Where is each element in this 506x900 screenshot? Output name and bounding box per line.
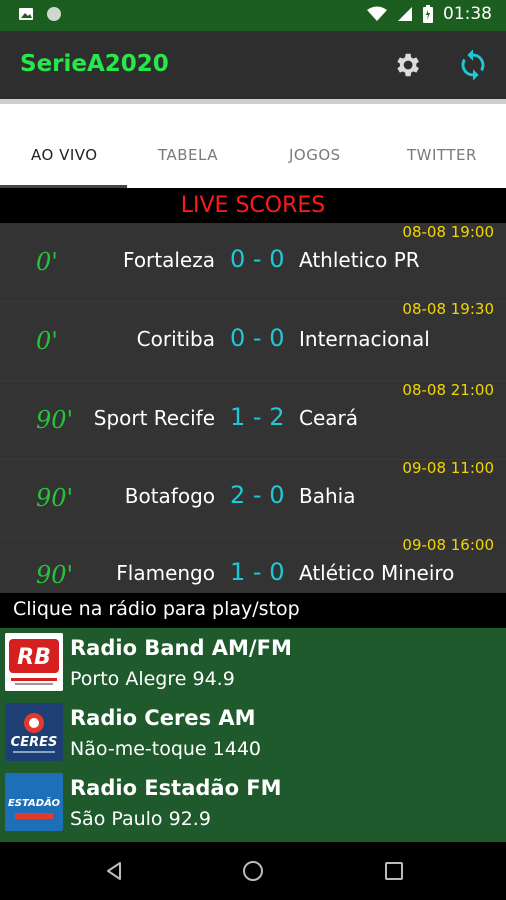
match-datetime: 08-08 19:00 (402, 223, 494, 241)
away-team: Athletico PR (299, 248, 420, 272)
radio-ceres-logo-text: CERES (11, 735, 58, 750)
match-score: 0 - 0 (230, 324, 285, 352)
tab-jogos[interactable]: JOGOS (289, 146, 341, 164)
match-datetime: 09-08 11:00 (402, 459, 494, 477)
match-score: 0 - 0 (230, 245, 285, 273)
home-team: Flamengo (116, 561, 215, 585)
radio-band-logo: RB (5, 633, 63, 691)
radio-ceres-logo: CERES (5, 703, 63, 761)
match-minute: 0' (36, 327, 58, 355)
away-team: Internacional (299, 327, 430, 351)
match-row[interactable]: 08-08 19:00 0' Fortaleza 0 - 0 Athletico… (0, 223, 506, 302)
settings-gear-icon[interactable] (392, 50, 422, 80)
radio-estadao-logo: ESTADÃO (5, 773, 63, 831)
home-circle-icon[interactable] (243, 861, 263, 881)
app-title: SerieA2020 (20, 51, 169, 77)
radio-estadao-logo-text: ESTADÃO (8, 796, 61, 809)
radio-band-logo-text: RB (17, 645, 51, 670)
live-scores-header: LIVE SCORES (0, 188, 506, 223)
away-team: Ceará (299, 406, 359, 430)
battery-icon (423, 5, 433, 23)
back-triangle-icon[interactable] (104, 861, 124, 881)
app-bar: SerieA2020 (0, 31, 506, 99)
wifi-icon (367, 6, 387, 21)
match-minute: 0' (36, 248, 58, 276)
tab-tabela[interactable]: TABELA (158, 146, 218, 164)
home-team: Coritiba (136, 327, 215, 351)
radio-item-estadao[interactable]: ESTADÃO Radio Estadão FM São Paulo 92.9 (0, 768, 506, 836)
match-datetime: 08-08 21:00 (402, 381, 494, 399)
match-row[interactable]: 08-08 21:00 90' Sport Recife 1 - 2 Ceará (0, 381, 506, 460)
tab-ao-vivo[interactable]: AO VIVO (31, 146, 98, 164)
match-minute: 90' (36, 406, 74, 434)
match-row[interactable]: 09-08 11:00 90' Botafogo 2 - 0 Bahia (0, 459, 506, 538)
status-bar: 01:38 (0, 0, 506, 31)
match-row[interactable]: 09-08 16:00 90' Flamengo 1 - 0 Atlético … (0, 536, 506, 593)
navigation-bar (0, 842, 506, 900)
signal-icon (398, 7, 412, 21)
radio-city: Não-me-toque 1440 (70, 738, 262, 760)
radio-item-band[interactable]: RB Radio Band AM/FM Porto Alegre 94.9 (0, 628, 506, 696)
home-team: Fortaleza (123, 248, 215, 272)
radio-city: Porto Alegre 94.9 (70, 668, 235, 690)
match-datetime: 09-08 16:00 (402, 536, 494, 554)
radio-instructions: Clique na rádio para play/stop (0, 593, 506, 628)
match-minute: 90' (36, 561, 74, 589)
home-team: Botafogo (124, 484, 215, 508)
status-time: 01:38 (443, 4, 492, 24)
radio-name: Radio Ceres AM (70, 706, 256, 730)
radio-city: São Paulo 92.9 (70, 808, 211, 830)
tab-twitter[interactable]: TWITTER (407, 146, 477, 164)
away-team: Atlético Mineiro (299, 561, 455, 585)
radio-name: Radio Band AM/FM (70, 636, 292, 660)
sync-refresh-icon[interactable] (456, 48, 490, 82)
match-datetime: 08-08 19:30 (402, 300, 494, 318)
radio-item-ceres[interactable]: CERES Radio Ceres AM Não-me-toque 1440 (0, 698, 506, 766)
match-list: 08-08 19:00 0' Fortaleza 0 - 0 Athletico… (0, 223, 506, 593)
recents-square-icon[interactable] (385, 862, 403, 880)
radio-list: RB Radio Band AM/FM Porto Alegre 94.9 CE… (0, 628, 506, 842)
match-score: 1 - 0 (230, 558, 285, 586)
tab-bar: AO VIVO TABELA JOGOS TWITTER (0, 99, 506, 188)
circle-notification-icon (47, 7, 61, 21)
radio-name: Radio Estadão FM (70, 776, 282, 800)
image-notification-icon (19, 8, 33, 20)
match-score: 1 - 2 (230, 403, 285, 431)
match-minute: 90' (36, 484, 74, 512)
home-team: Sport Recife (93, 406, 215, 430)
match-row[interactable]: 08-08 19:30 0' Coritiba 0 - 0 Internacio… (0, 300, 506, 381)
match-score: 2 - 0 (230, 481, 285, 509)
away-team: Bahia (299, 484, 356, 508)
